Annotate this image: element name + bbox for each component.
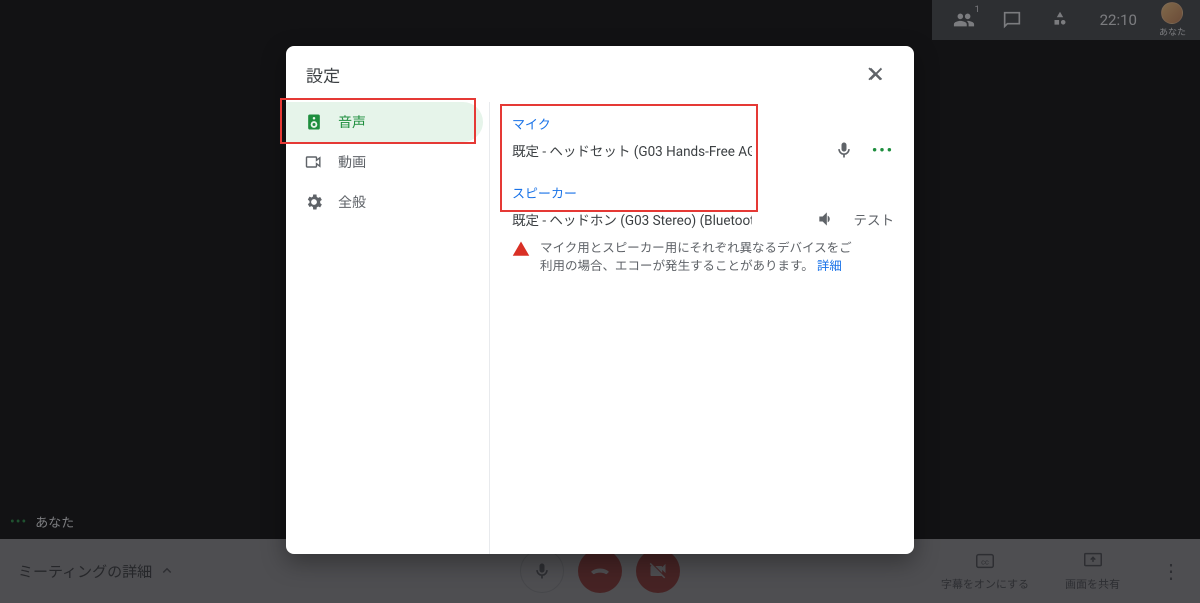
gear-icon	[304, 192, 324, 212]
speaker-device-value: 既定 - ヘッドホン (G03 Stereo) (Bluetooth)	[512, 209, 752, 229]
sidebar-item-label: 動画	[338, 152, 366, 172]
sidebar-item-label: 音声	[338, 112, 366, 132]
mic-level-icon	[834, 140, 854, 160]
sidebar-item-video[interactable]: 動画	[286, 142, 489, 182]
sidebar-item-general[interactable]: 全般	[286, 182, 489, 222]
volume-icon	[816, 209, 836, 229]
warning-text: マイク用とスピーカー用にそれぞれ異なるデバイスをご利用の場合、エコーが発生するこ…	[540, 241, 852, 274]
close-button[interactable]	[858, 56, 894, 92]
speaker-icon	[304, 112, 324, 132]
settings-content-audio: マイク 既定 - ヘッドセット (G03 Hands-Free AG… ▼ ••…	[490, 102, 914, 554]
device-mismatch-warning: マイク用とスピーカー用にそれぞれ異なるデバイスをご利用の場合、エコーが発生するこ…	[512, 240, 894, 275]
dialog-title: 設定	[306, 62, 340, 87]
sidebar-item-audio[interactable]: 音声	[286, 102, 483, 142]
mic-device-select[interactable]: 既定 - ヘッドセット (G03 Hands-Free AG… ▼	[512, 135, 752, 165]
warning-icon	[512, 240, 530, 264]
speaker-section-label: スピーカー	[512, 183, 894, 202]
dialog-header: 設定	[286, 46, 914, 102]
sidebar-item-label: 全般	[338, 192, 366, 212]
mic-section-label: マイク	[512, 114, 894, 133]
mic-more-button[interactable]: •••	[872, 141, 894, 159]
settings-dialog: 設定 音声 動画 全般 マイク	[286, 46, 914, 554]
more-horiz-icon: •••	[872, 141, 894, 159]
settings-sidebar: 音声 動画 全般	[286, 102, 490, 554]
close-icon	[865, 63, 887, 85]
mic-device-value: 既定 - ヘッドセット (G03 Hands-Free AG…	[512, 140, 752, 160]
speaker-test-button[interactable]: テスト	[854, 209, 895, 229]
speaker-device-select[interactable]: 既定 - ヘッドホン (G03 Stereo) (Bluetooth) ▼	[512, 204, 752, 234]
warning-detail-link[interactable]: 詳細	[817, 259, 842, 274]
videocam-icon	[304, 152, 324, 172]
